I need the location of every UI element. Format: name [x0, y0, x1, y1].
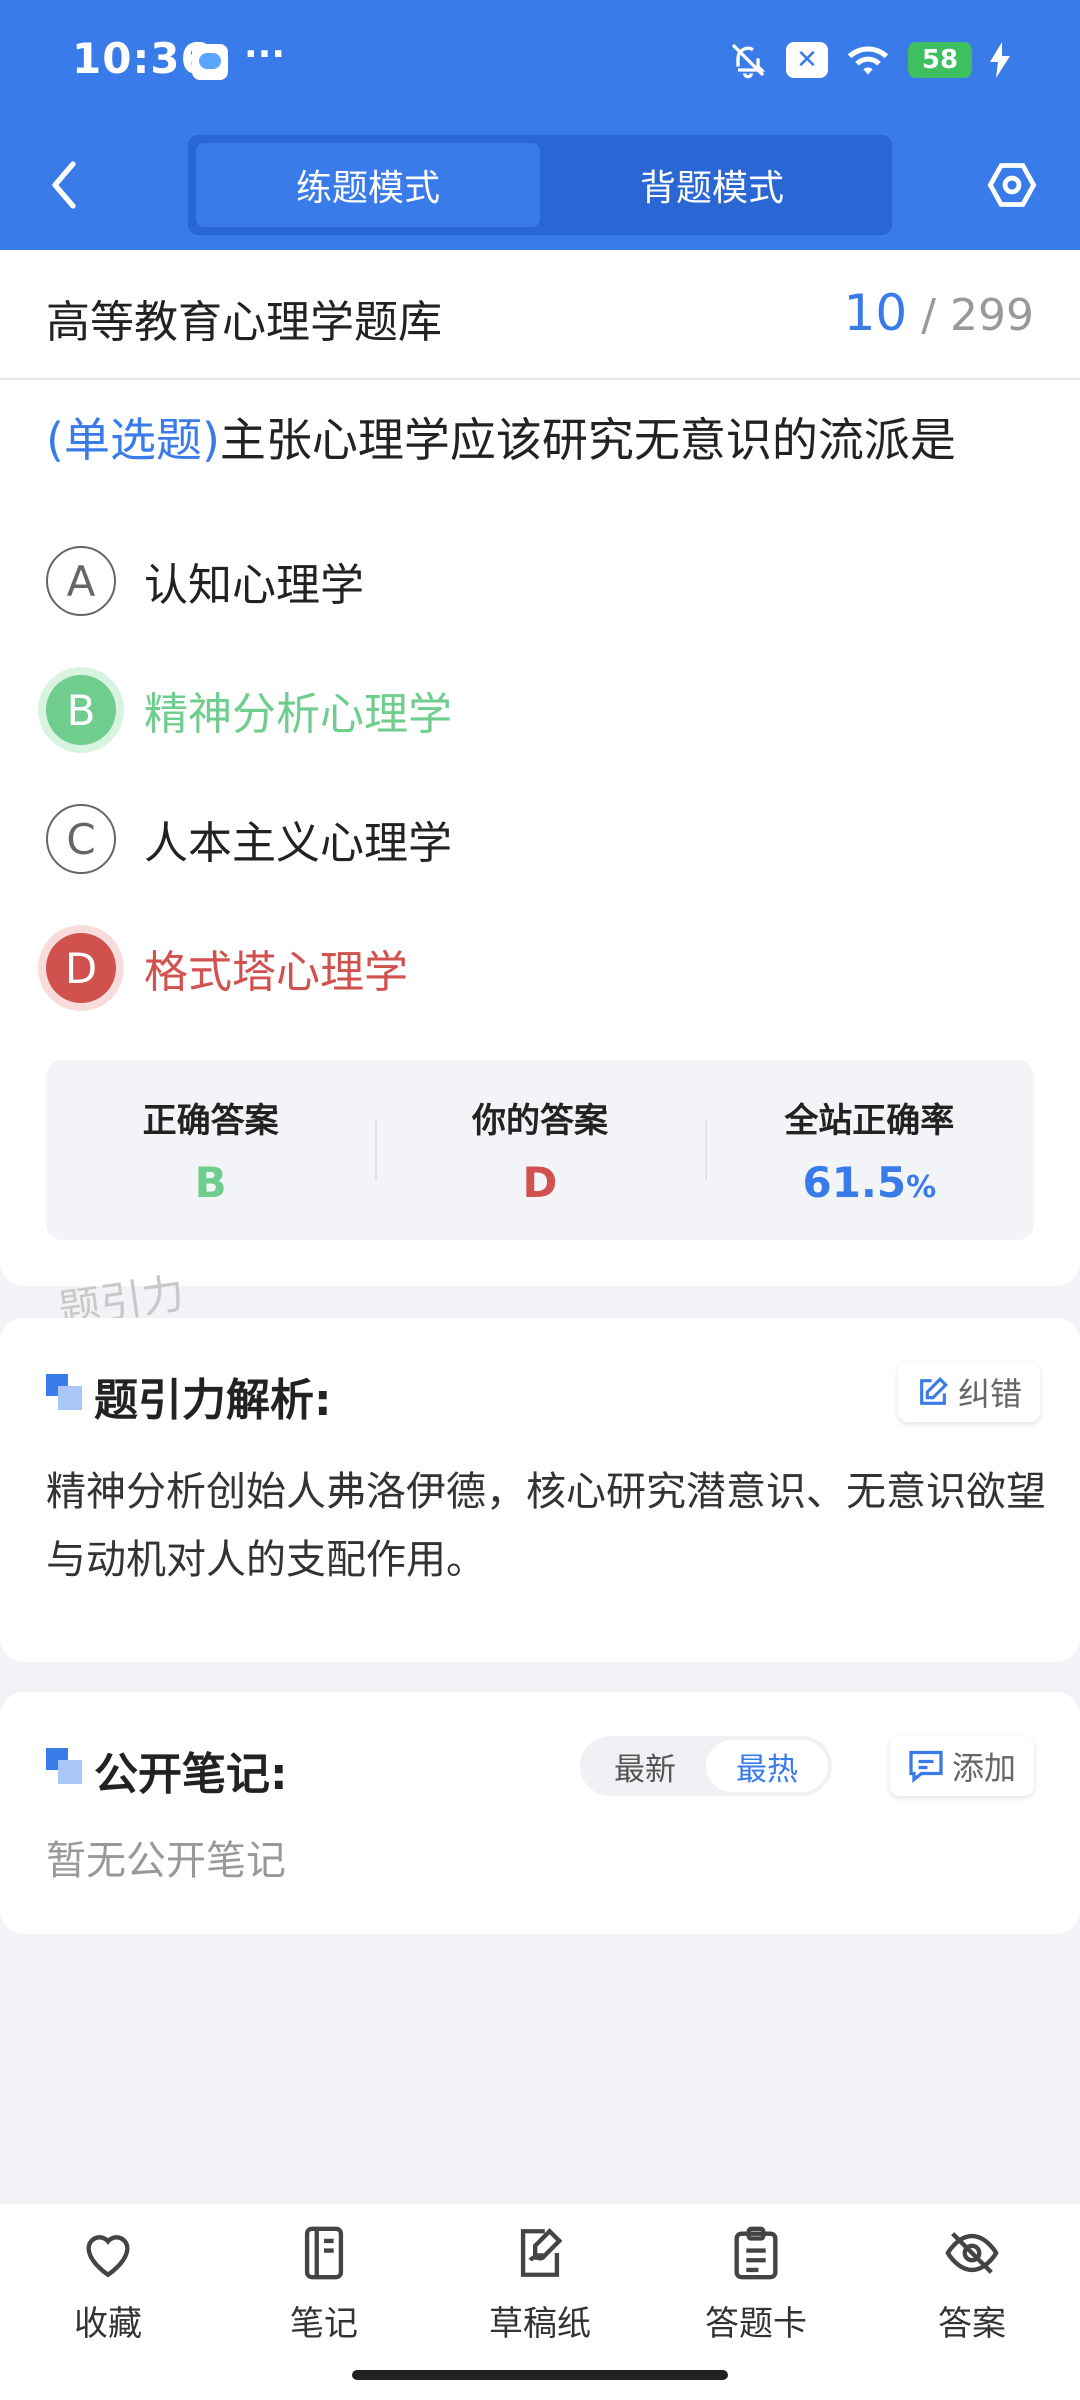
site-accuracy-label: 全站正确率	[784, 1101, 955, 1141]
nav-answer-card[interactable]: 答题卡	[676, 2224, 836, 2364]
bank-title: 高等教育心理学题库	[46, 297, 442, 348]
bell-off-icon	[731, 43, 766, 79]
site-accuracy-unit: %	[906, 1170, 937, 1205]
site-accuracy-stat: 全站正确率 61.5%	[704, 1060, 1034, 1240]
analysis-title: 题引力解析:	[94, 1375, 332, 1426]
notes-sort-switch: 最新 最热	[580, 1736, 832, 1796]
your-answer-value: D	[522, 1158, 558, 1207]
question-counter: 10 / 299	[844, 284, 1034, 342]
option-d[interactable]: D 格式塔心理学	[46, 923, 946, 1013]
sort-newest[interactable]: 最新	[584, 1740, 706, 1792]
more-notifications-icon: ···	[244, 34, 286, 75]
report-error-label: 纠错	[958, 1375, 1023, 1413]
nav-answer[interactable]: 答案	[892, 2224, 1052, 2364]
app-header: 10:36 ··· ✕ 58 练题模式 背题模式	[0, 0, 1080, 250]
nav-notes-label: 笔记	[290, 2304, 358, 2344]
nav-draft-label: 草稿纸	[489, 2304, 591, 2344]
comment-icon	[909, 1750, 943, 1783]
section-squares-icon	[46, 1374, 82, 1410]
empty-notes-text: 暂无公开笔记	[46, 1838, 286, 1884]
option-text: 精神分析心理学	[144, 689, 452, 740]
settings-hexagon-icon	[987, 163, 1037, 207]
home-indicator	[352, 2370, 728, 2380]
report-error-button[interactable]: 纠错	[898, 1362, 1041, 1422]
notes-card: 公开笔记: 最新 最热 添加 暂无公开笔记	[0, 1692, 1080, 1934]
eye-off-icon	[945, 2232, 999, 2274]
nav-answer-card-label: 答题卡	[705, 2304, 807, 2344]
battery-indicator: 58	[908, 42, 972, 78]
bank-row: 高等教育心理学题库 10 / 299	[0, 250, 1080, 380]
analysis-text: 精神分析创始人弗洛伊德，核心研究潜意识、无意识欲望与动机对人的支配作用。	[46, 1469, 1046, 1583]
x-app-icon: ✕	[786, 42, 828, 78]
status-icons: ✕ 58	[728, 40, 1010, 80]
current-question-number: 10	[843, 284, 908, 342]
question-text-block: (单选题)主张心理学应该研究无意识的流派是	[46, 408, 1046, 472]
mode-switch: 练题模式 背题模式	[188, 135, 892, 235]
answer-card-icon	[734, 2226, 778, 2280]
nav-answer-label: 答案	[938, 2304, 1006, 2344]
your-answer-label: 你的答案	[471, 1101, 608, 1141]
weather-app-icon	[192, 44, 228, 80]
notebook-icon	[304, 2226, 344, 2280]
option-text: 人本主义心理学	[144, 818, 452, 869]
status-time: 10:36	[72, 34, 211, 83]
tab-practice-mode[interactable]: 练题模式	[196, 143, 540, 227]
option-letter: B	[46, 675, 116, 745]
nav-favorite-label: 收藏	[74, 2304, 142, 2344]
nav-favorite[interactable]: 收藏	[28, 2224, 188, 2364]
option-b[interactable]: B 精神分析心理学	[46, 665, 946, 755]
tab-recite-mode[interactable]: 背题模式	[540, 143, 884, 227]
site-accuracy-value: 61.5%	[802, 1158, 936, 1207]
heart-icon	[86, 2235, 130, 2278]
site-accuracy-number: 61.5	[802, 1158, 907, 1207]
question-card: 高等教育心理学题库 10 / 299 (单选题)主张心理学应该研究无意识的流派是…	[0, 250, 1080, 1286]
total-question-count: / 299	[921, 290, 1034, 341]
question-type-label: (单选题)	[46, 413, 220, 467]
option-text: 认知心理学	[144, 560, 364, 611]
nav-draft[interactable]: 草稿纸	[460, 2224, 620, 2364]
notes-title: 公开笔记:	[94, 1749, 288, 1800]
your-answer-stat: 你的答案 D	[375, 1060, 704, 1240]
sort-hottest[interactable]: 最热	[706, 1740, 828, 1792]
correct-answer-value: B	[194, 1158, 227, 1207]
nav-notes[interactable]: 笔记	[244, 2224, 404, 2364]
section-squares-icon	[46, 1748, 82, 1784]
option-letter: C	[46, 804, 116, 874]
wifi-icon	[847, 46, 889, 75]
option-c[interactable]: C 人本主义心理学	[46, 794, 946, 884]
charging-icon	[990, 42, 1010, 78]
chevron-left-icon	[52, 161, 76, 209]
correct-answer-label: 正确答案	[142, 1101, 279, 1141]
option-text: 格式塔心理学	[144, 947, 408, 998]
correct-answer-stat: 正确答案 B	[46, 1060, 375, 1240]
option-letter: A	[46, 546, 116, 616]
question-text: 主张心理学应该研究无意识的流派是	[219, 413, 956, 467]
back-button[interactable]	[38, 150, 90, 220]
add-note-button[interactable]: 添加	[890, 1736, 1035, 1796]
add-note-label: 添加	[952, 1749, 1017, 1787]
answer-stats: 正确答案 B 你的答案 D 全站正确率 61.5%	[46, 1060, 1034, 1240]
edit-icon	[920, 1377, 948, 1405]
status-bar: 10:36 ··· ✕ 58	[0, 0, 1080, 125]
option-a[interactable]: A 认知心理学	[46, 536, 946, 626]
analysis-card: 题引力解析: 纠错 精神分析创始人弗洛伊德，核心研究潜意识、无意识欲望与动机对人…	[0, 1318, 1080, 1662]
settings-button[interactable]	[982, 150, 1042, 220]
draft-paper-icon	[520, 2228, 563, 2277]
option-letter: D	[46, 933, 116, 1003]
